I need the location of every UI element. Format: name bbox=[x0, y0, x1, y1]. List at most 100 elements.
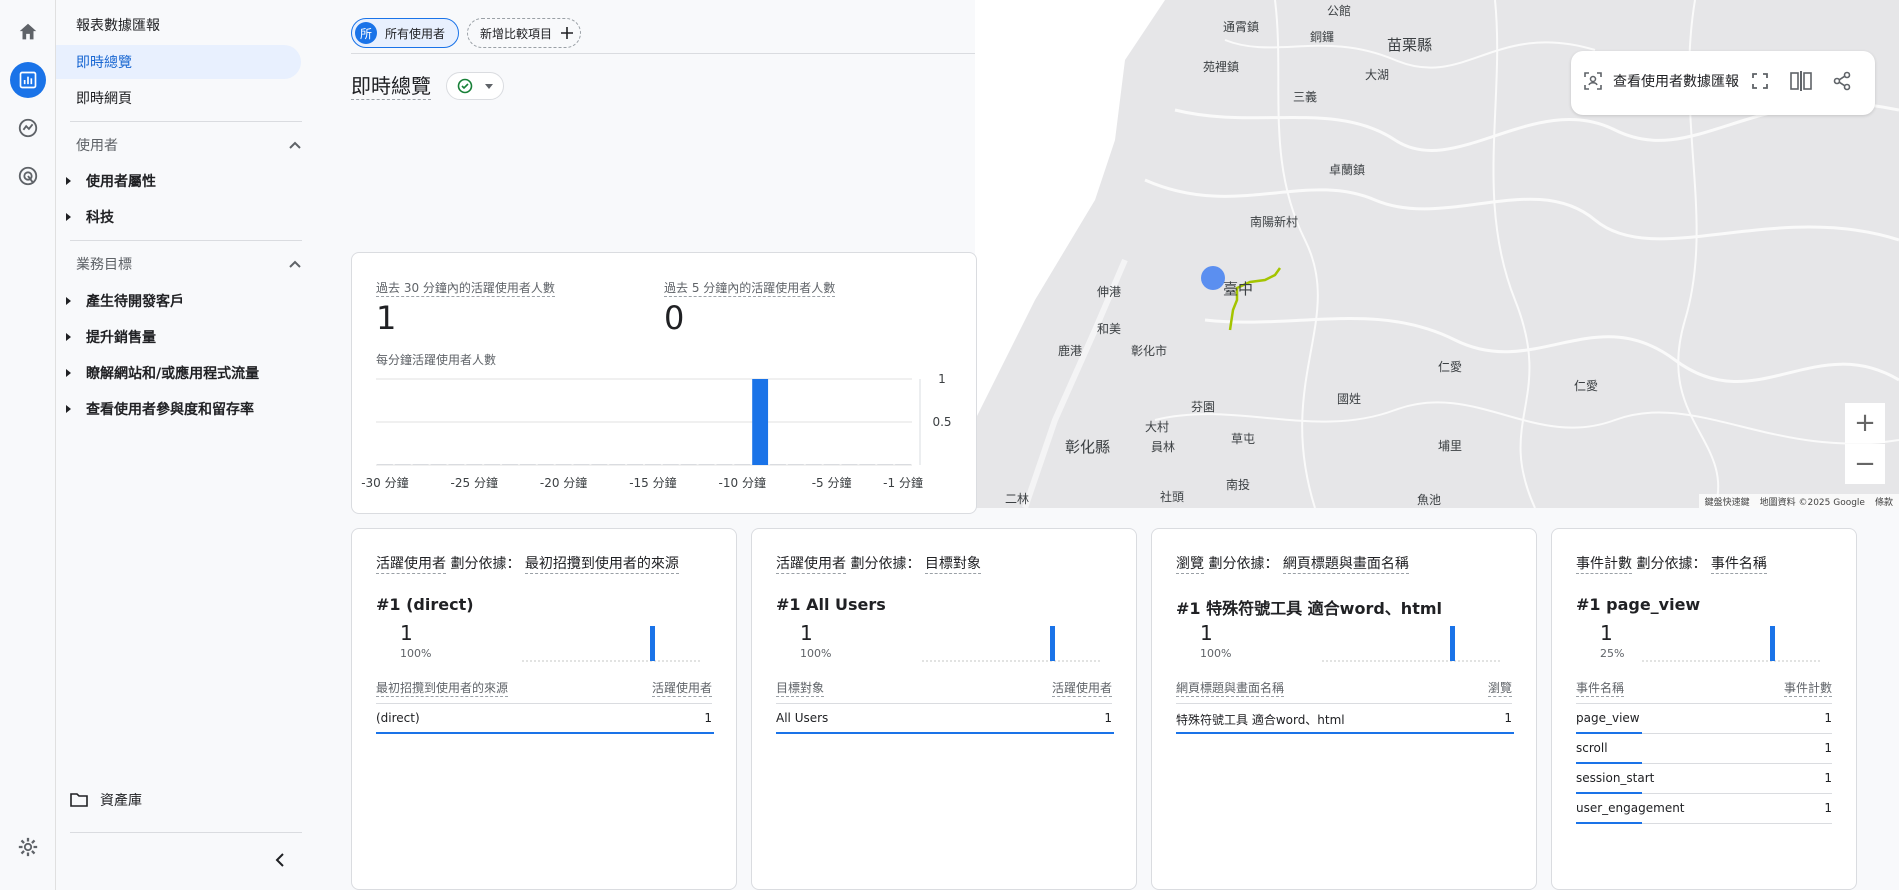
dimension-column-header[interactable]: 事件名稱 bbox=[1576, 679, 1625, 697]
table-row-label[interactable]: session_start bbox=[1576, 771, 1654, 785]
nav-goal-engagement[interactable]: 查看使用者參與度和留存率 bbox=[66, 399, 306, 419]
metric-selector[interactable]: 瀏覽 bbox=[1176, 553, 1204, 574]
plus-icon bbox=[561, 27, 574, 39]
active-location-dot[interactable] bbox=[1201, 266, 1225, 290]
table-row-label[interactable]: page_view bbox=[1576, 711, 1640, 725]
data-quality-menu[interactable] bbox=[446, 72, 504, 100]
nav-user-attributes-label: 使用者屬性 bbox=[86, 174, 156, 190]
breakdown-by-label: 劃分依據： bbox=[450, 556, 521, 572]
sparkline-chart bbox=[522, 626, 702, 662]
nav-user-attributes[interactable]: 使用者屬性 bbox=[66, 171, 306, 191]
home-icon[interactable] bbox=[10, 14, 46, 50]
explore-icon[interactable] bbox=[10, 110, 46, 146]
nav-library[interactable]: 資產庫 bbox=[66, 790, 306, 810]
add-comparison-label: 新增比較項目 bbox=[480, 26, 553, 41]
metric-column-header[interactable]: 瀏覽 bbox=[1487, 679, 1512, 697]
share-icon bbox=[1833, 71, 1851, 91]
table-row-label[interactable]: 特殊符號工具 適合word、html bbox=[1176, 711, 1345, 728]
metric-5min-label[interactable]: 過去 5 分鐘內的活躍使用者人數 bbox=[664, 279, 836, 297]
view-user-snapshot-button[interactable]: 查看使用者數據匯報 bbox=[1583, 71, 1739, 91]
share-button[interactable] bbox=[1832, 71, 1852, 91]
table-row-label[interactable]: user_engagement bbox=[1576, 801, 1685, 815]
metric-selector[interactable]: 活躍使用者 bbox=[776, 553, 846, 574]
metric-column-header[interactable]: 事件計數 bbox=[1783, 679, 1832, 697]
dimension-column-header[interactable]: 目標對象 bbox=[776, 679, 825, 697]
dimension-selector[interactable]: 事件名稱 bbox=[1710, 553, 1767, 574]
nav-realtime-pages[interactable]: 即時網頁 bbox=[56, 81, 301, 115]
reports-icon[interactable] bbox=[10, 62, 46, 98]
nav-goal-sales[interactable]: 提升銷售量 bbox=[66, 327, 306, 347]
chart-bar bbox=[502, 464, 518, 465]
top-item-percent: 25% bbox=[1600, 647, 1625, 660]
chart-bar bbox=[895, 464, 911, 465]
metric-5min-label-text: 過去 5 分鐘內的活躍使用者人數 bbox=[664, 281, 836, 297]
nav-realtime-overview-label: 即時總覽 bbox=[76, 55, 132, 71]
map-label: 大湖 bbox=[1365, 68, 1390, 82]
nav-reports-snapshot[interactable]: 報表數據匯報 bbox=[56, 8, 301, 42]
all-users-chip[interactable]: 所 所有使用者 bbox=[351, 18, 459, 48]
top-item: #1 page_view bbox=[1576, 595, 1701, 614]
map-label: 苑裡鎮 bbox=[1203, 60, 1240, 74]
map-label: 大村 bbox=[1145, 420, 1170, 434]
table-row-label[interactable]: (direct) bbox=[376, 711, 420, 725]
table-row-label[interactable]: All Users bbox=[776, 711, 828, 725]
metric-30min-label[interactable]: 過去 30 分鐘內的活躍使用者人數 bbox=[376, 279, 555, 297]
keyboard-shortcuts-link[interactable]: 鍵盤快速鍵 bbox=[1705, 495, 1750, 508]
dimension-column-header[interactable]: 網頁標題與畫面名稱 bbox=[1176, 679, 1285, 697]
sparkline-bar bbox=[1450, 626, 1455, 661]
dimension-selector[interactable]: 目標對象 bbox=[924, 553, 981, 574]
check-circle-icon bbox=[457, 78, 473, 94]
collapse-nav-button[interactable] bbox=[268, 850, 292, 870]
dimension-column-header-text: 目標對象 bbox=[776, 681, 825, 697]
expand-arrow-icon bbox=[66, 213, 71, 221]
top-item-value: 1 bbox=[1600, 621, 1613, 645]
table-row-bar bbox=[1576, 732, 1642, 734]
fullscreen-icon bbox=[1752, 73, 1768, 89]
top-item-percent: 100% bbox=[400, 647, 432, 660]
nav-section-goals[interactable]: 業務目標 bbox=[76, 254, 301, 274]
map-label: 社頭 bbox=[1160, 490, 1185, 504]
plus-icon: + bbox=[1854, 408, 1876, 438]
nav-goal-sales-label: 提升銷售量 bbox=[86, 330, 156, 346]
expand-arrow-icon bbox=[66, 369, 71, 377]
metric-column-header[interactable]: 活躍使用者 bbox=[651, 679, 712, 697]
nav-tech[interactable]: 科技 bbox=[66, 207, 306, 227]
map-label: 草屯 bbox=[1231, 432, 1256, 446]
nav-realtime-overview[interactable]: 即時總覽 bbox=[56, 45, 301, 79]
compare-button[interactable] bbox=[1790, 71, 1812, 91]
zoom-in-button[interactable]: + bbox=[1845, 403, 1885, 443]
metric-selector[interactable]: 活躍使用者 bbox=[376, 553, 446, 574]
settings-gear-icon[interactable] bbox=[10, 829, 46, 865]
metric-selector[interactable]: 事件計數 bbox=[1576, 553, 1632, 574]
nav-section-users[interactable]: 使用者 bbox=[76, 135, 301, 155]
dimension-selector[interactable]: 最初招攬到使用者的來源 bbox=[524, 553, 679, 574]
metric-column-header-text: 瀏覽 bbox=[1487, 681, 1512, 697]
dimension-selector[interactable]: 網頁標題與畫面名稱 bbox=[1282, 553, 1409, 574]
table-row-value: 1 bbox=[1824, 711, 1832, 725]
chart-title: 每分鐘活躍使用者人數 bbox=[376, 353, 497, 367]
advertising-icon[interactable] bbox=[10, 158, 46, 194]
terms-link[interactable]: 條款 bbox=[1875, 495, 1893, 508]
map-label: 鹿港 bbox=[1058, 344, 1083, 358]
expand-arrow-icon bbox=[66, 297, 71, 305]
folder-icon bbox=[70, 793, 88, 807]
metric-column-header[interactable]: 活躍使用者 bbox=[1051, 679, 1112, 697]
chart-bar bbox=[770, 464, 786, 465]
table-row-label[interactable]: scroll bbox=[1576, 741, 1608, 755]
sparkline-bar bbox=[1770, 626, 1775, 661]
add-comparison-chip[interactable]: 新增比較項目 bbox=[467, 18, 581, 48]
nav-goal-leads-label: 產生待開發客戶 bbox=[86, 294, 184, 310]
chart-bar bbox=[716, 464, 733, 465]
map-label: 伸港 bbox=[1097, 285, 1122, 299]
nav-goal-traffic[interactable]: 瞭解網站和/或應用程式流量 bbox=[66, 363, 306, 383]
map-label: 仁愛 bbox=[1574, 379, 1599, 393]
map-label: 銅鑼 bbox=[1310, 30, 1335, 44]
expand-arrow-icon bbox=[66, 333, 71, 341]
fullscreen-button[interactable] bbox=[1751, 72, 1769, 90]
sparkline-chart bbox=[1322, 626, 1502, 662]
top-item-value: 1 bbox=[800, 621, 813, 645]
dimension-column-header[interactable]: 最初招攬到使用者的來源 bbox=[376, 679, 509, 697]
chart-bar bbox=[645, 464, 661, 465]
zoom-out-button[interactable]: − bbox=[1845, 444, 1885, 484]
nav-goal-leads[interactable]: 產生待開發客戶 bbox=[66, 291, 306, 311]
